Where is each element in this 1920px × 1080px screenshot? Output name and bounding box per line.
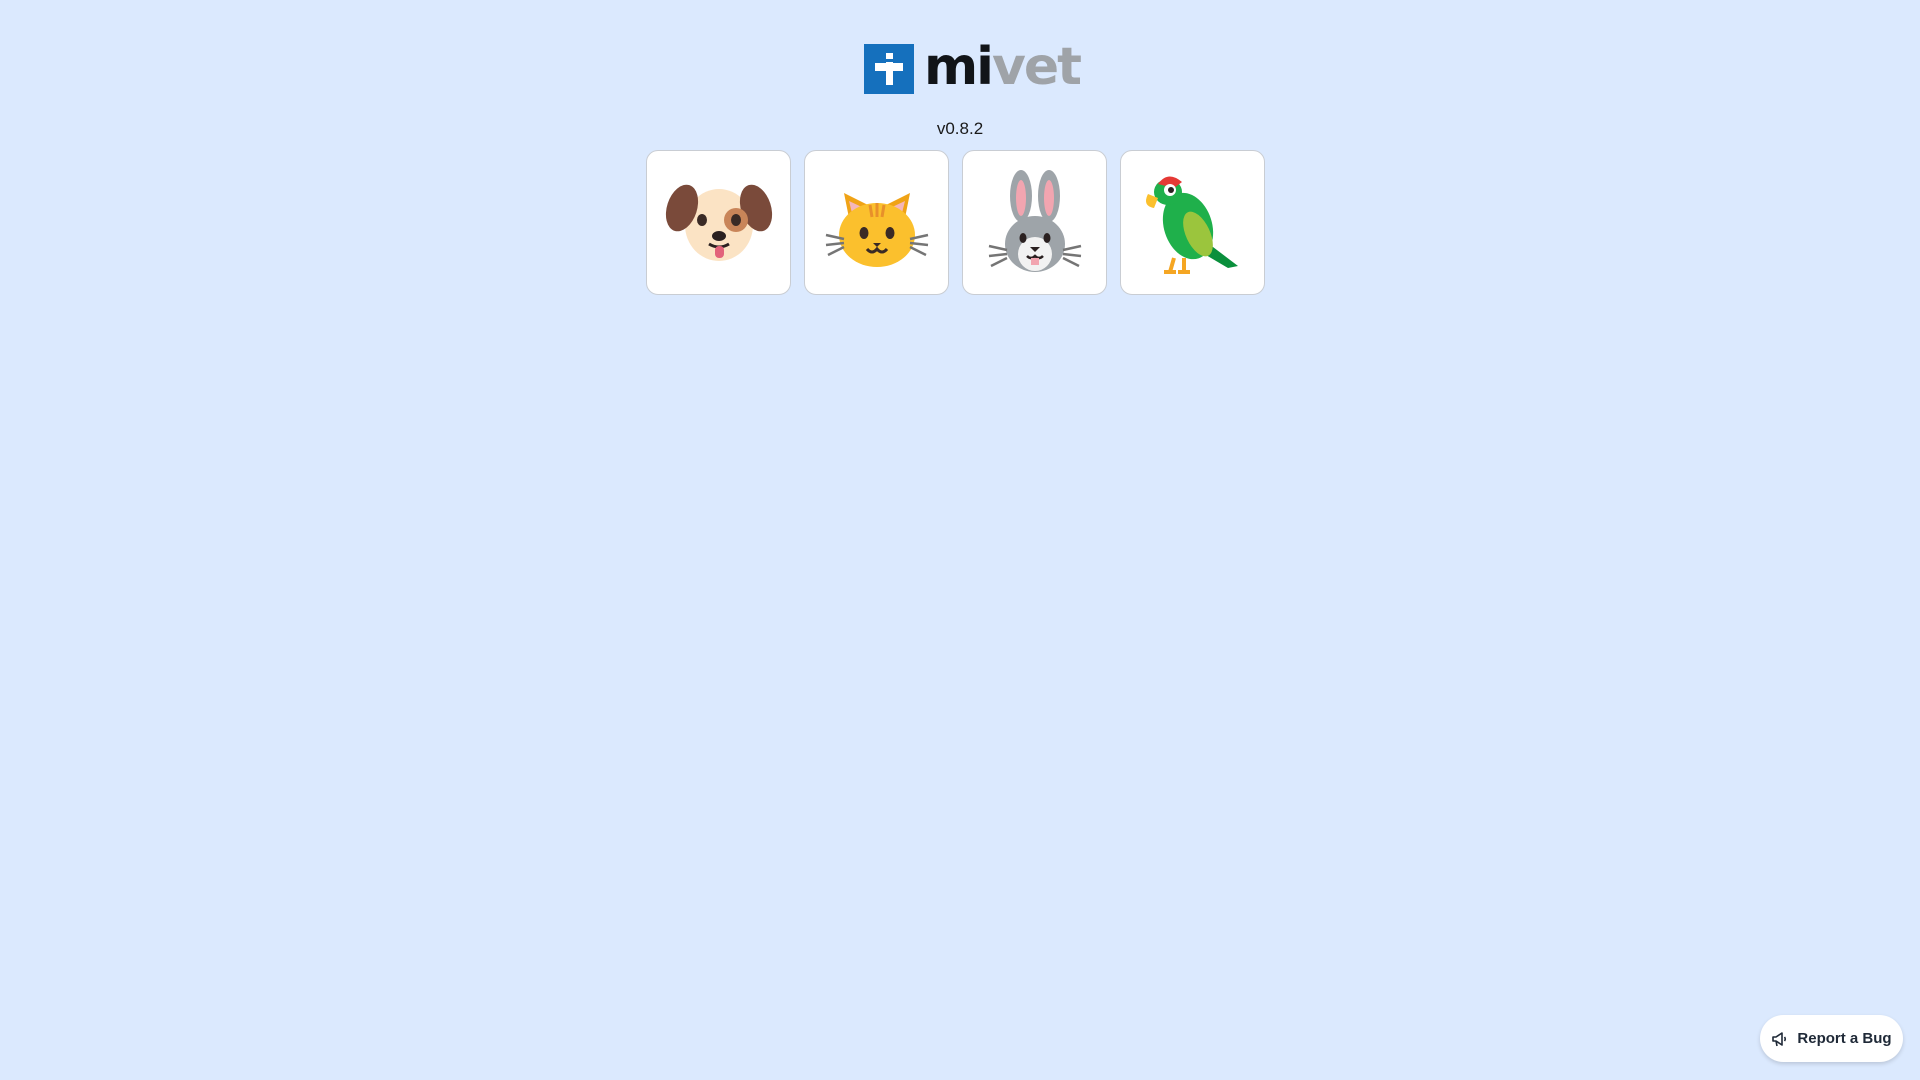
cat-face-icon bbox=[825, 192, 928, 267]
animal-tile-parrot[interactable] bbox=[1120, 150, 1265, 295]
report-bug-label: Report a Bug bbox=[1797, 1030, 1892, 1047]
mivet-logo: mivet bbox=[864, 37, 1082, 97]
megaphone-icon bbox=[1772, 1031, 1787, 1046]
animal-tile-dog[interactable] bbox=[646, 150, 791, 295]
animal-tile-rabbit[interactable] bbox=[962, 150, 1107, 295]
rabbit-face-icon bbox=[988, 169, 1081, 272]
medical-cross-icon bbox=[864, 44, 914, 94]
parrot-icon bbox=[1145, 175, 1238, 274]
animal-selector bbox=[646, 150, 1265, 295]
dog-face-icon bbox=[665, 184, 772, 261]
animal-tile-cat[interactable] bbox=[804, 150, 949, 295]
logo-wordmark: mivet bbox=[924, 37, 1082, 97]
app-root: mivet v0.8.2 Report a Bug bbox=[0, 0, 1920, 1080]
report-bug-button[interactable]: Report a Bug bbox=[1760, 1015, 1903, 1062]
version-label: v0.8.2 bbox=[936, 119, 984, 138]
